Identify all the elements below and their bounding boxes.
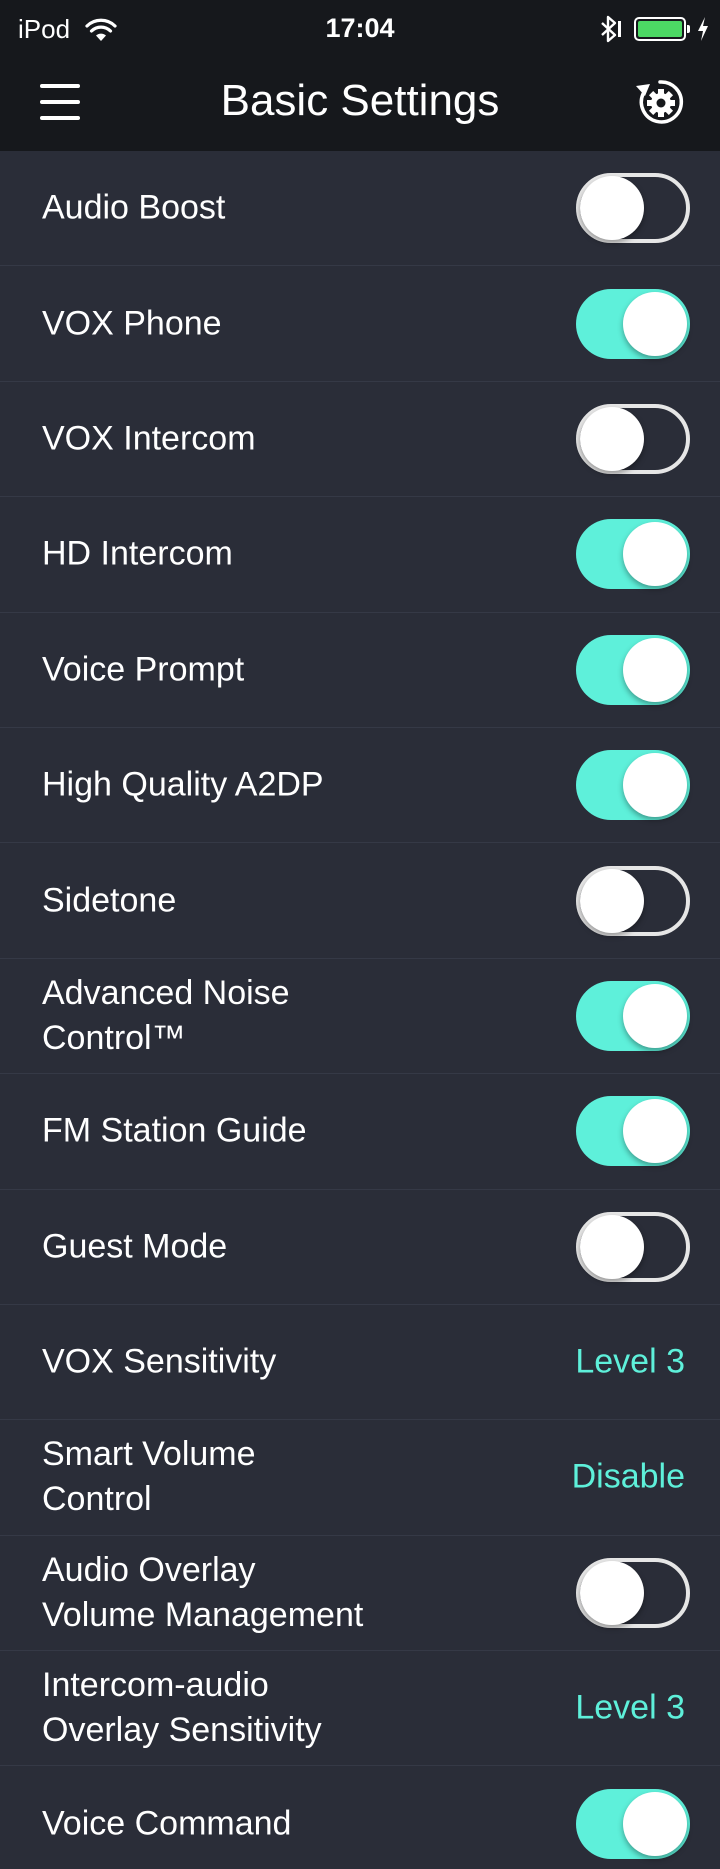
- setting-label: VOX Sensitivity: [42, 1342, 277, 1381]
- page-title: Basic Settings: [220, 76, 500, 125]
- setting-label: VOX Intercom: [42, 419, 256, 458]
- screen: iPod 17:04 Basic Settings Audio Boost VO…: [0, 0, 720, 1869]
- toggle-switch[interactable]: [576, 865, 690, 936]
- setting-row-vox-intercom: VOX Intercom: [0, 382, 720, 498]
- toggle-knob: [580, 1560, 644, 1625]
- toggle-knob: [623, 983, 687, 1048]
- toggle-knob: [580, 868, 644, 933]
- toggle-switch[interactable]: [576, 1788, 690, 1859]
- toggle-knob: [580, 176, 644, 241]
- toggle-switch[interactable]: [576, 750, 690, 821]
- setting-label: Audio Overlay Volume Management: [42, 1550, 364, 1634]
- status-right: [594, 14, 710, 44]
- setting-label: Sidetone: [42, 881, 177, 920]
- setting-value[interactable]: Disable: [572, 1458, 685, 1497]
- toggle-knob: [580, 406, 644, 471]
- setting-row-guest-mode: Guest Mode: [0, 1190, 720, 1305]
- setting-row-fm-station-guide: FM Station Guide: [0, 1074, 720, 1190]
- toggle-knob: [623, 1099, 687, 1164]
- charging-bolt-icon: [698, 17, 708, 41]
- toggle-switch[interactable]: [576, 1096, 690, 1167]
- toggle-knob: [623, 291, 687, 356]
- toggle-knob: [623, 753, 687, 818]
- battery-icon: [634, 17, 690, 41]
- toggle-switch[interactable]: [576, 403, 690, 474]
- setting-row-high-quality-a2dp: High Quality A2DP: [0, 728, 720, 844]
- toggle-knob: [623, 637, 687, 702]
- toggle-switch[interactable]: [576, 634, 690, 705]
- setting-label: VOX Phone: [42, 304, 222, 343]
- setting-label: Advanced Noise Control™: [42, 973, 290, 1057]
- battery-level: [638, 21, 682, 37]
- setting-label: HD Intercom: [42, 534, 233, 573]
- toggle-switch[interactable]: [576, 519, 690, 590]
- reset-settings-icon[interactable]: [630, 72, 690, 132]
- setting-value[interactable]: Level 3: [575, 1689, 685, 1728]
- toggle-knob: [623, 1791, 687, 1856]
- setting-label: Guest Mode: [42, 1227, 228, 1266]
- bluetooth-icon: [601, 15, 621, 43]
- setting-label: FM Station Guide: [42, 1111, 307, 1150]
- setting-row-sidetone: Sidetone: [0, 843, 720, 959]
- setting-label: Intercom-audio Overlay Sensitivity: [42, 1666, 322, 1750]
- setting-row-audio-boost: Audio Boost: [0, 151, 720, 267]
- setting-row-voice-command: Voice Command: [0, 1766, 720, 1869]
- toggle-knob: [580, 1214, 644, 1279]
- setting-row-intercom-audio-overlay-sensitivity[interactable]: Intercom-audio Overlay Sensitivity Level …: [0, 1651, 720, 1767]
- setting-label: Voice Prompt: [42, 650, 245, 689]
- setting-label: Smart Volume Control: [42, 1435, 256, 1519]
- setting-row-vox-sensitivity[interactable]: VOX Sensitivity Level 3: [0, 1305, 720, 1421]
- setting-row-vox-phone: VOX Phone: [0, 266, 720, 382]
- status-bar: iPod 17:04: [0, 0, 720, 58]
- toggle-switch[interactable]: [576, 1557, 690, 1628]
- toggle-knob: [623, 522, 687, 587]
- settings-list: Audio Boost VOX Phone VOX Intercom HD Inter…: [0, 151, 720, 1869]
- toggle-switch[interactable]: [576, 173, 690, 244]
- setting-row-hd-intercom: HD Intercom: [0, 497, 720, 613]
- toggle-switch[interactable]: [576, 980, 690, 1051]
- toggle-switch[interactable]: [576, 1211, 690, 1282]
- toggle-switch[interactable]: [576, 288, 690, 359]
- setting-row-smart-volume-control[interactable]: Smart Volume Control Disable: [0, 1420, 720, 1536]
- setting-label: Audio Boost: [42, 188, 226, 227]
- nav-bar: Basic Settings: [0, 58, 720, 151]
- setting-label: Voice Command: [42, 1804, 292, 1843]
- setting-value[interactable]: Level 3: [575, 1343, 685, 1382]
- setting-row-advanced-noise-control: Advanced Noise Control™: [0, 959, 720, 1075]
- setting-label: High Quality A2DP: [42, 765, 324, 804]
- setting-row-audio-overlay-volume-management: Audio Overlay Volume Management: [0, 1536, 720, 1652]
- setting-row-voice-prompt: Voice Prompt: [0, 613, 720, 728]
